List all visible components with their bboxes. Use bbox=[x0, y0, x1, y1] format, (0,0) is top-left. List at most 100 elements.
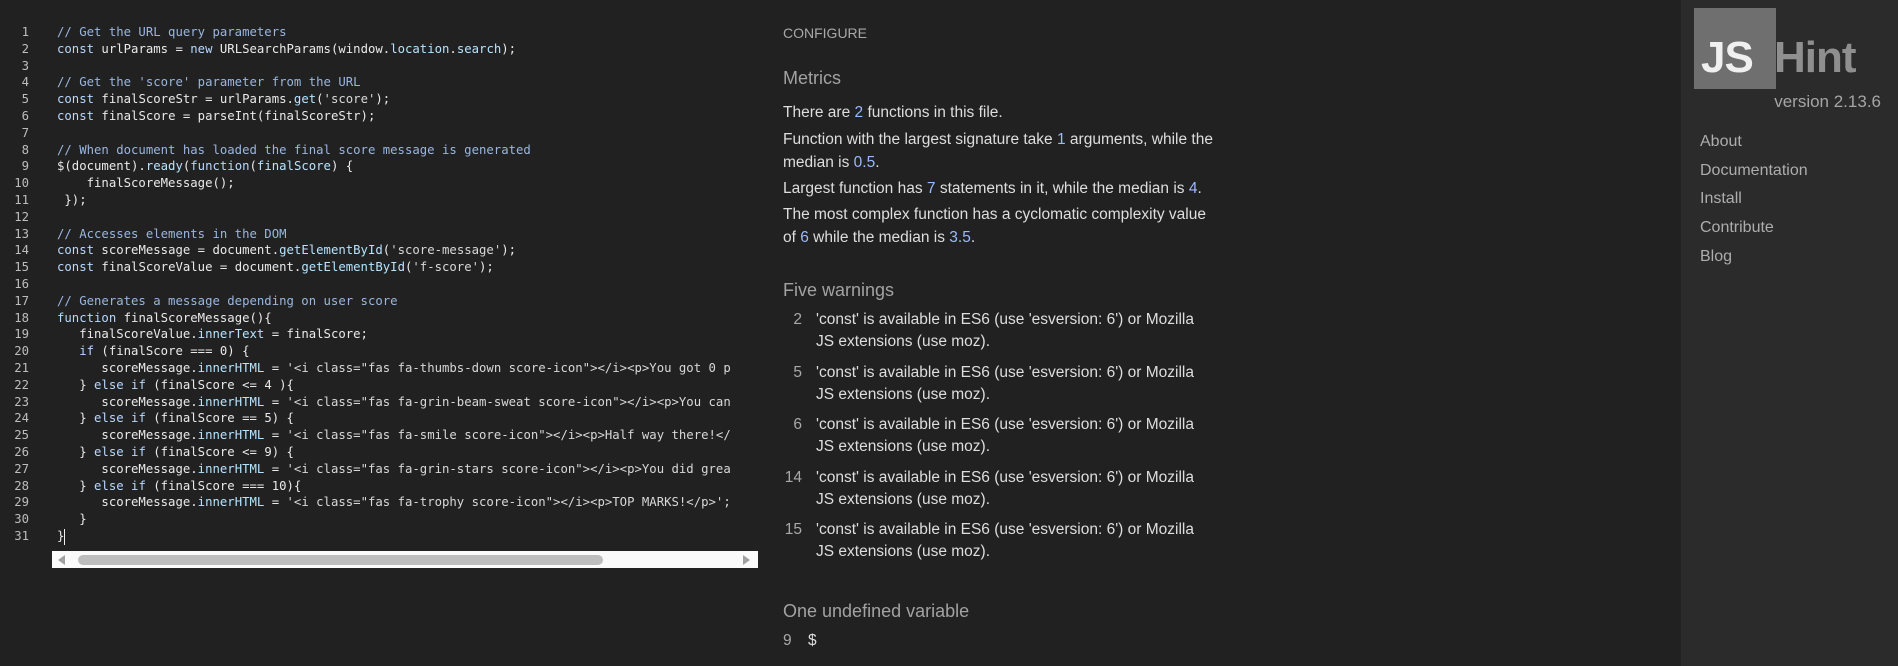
code-line[interactable]: 29 scoreMessage.innerHTML = '<i class="f… bbox=[0, 494, 760, 511]
scroll-left-arrow-icon[interactable] bbox=[58, 555, 65, 565]
line-number: 29 bbox=[14, 495, 29, 510]
code-text[interactable]: const finalScoreValue = document.getElem… bbox=[57, 259, 757, 276]
code-line[interactable]: 20 if (finalScore === 0) { bbox=[0, 343, 760, 360]
code-line[interactable]: 28 } else if (finalScore === 10){ bbox=[0, 478, 760, 495]
code-line[interactable]: 6 const finalScore = parseInt(finalScoreS… bbox=[0, 108, 760, 125]
code-token: // Get the URL query parameters bbox=[57, 25, 287, 39]
code-line[interactable]: 26 } else if (finalScore <= 9) { bbox=[0, 444, 760, 461]
code-text[interactable]: } else if (finalScore <= 4 ){ bbox=[57, 377, 757, 394]
warning-line-number[interactable]: 5 bbox=[783, 362, 802, 384]
code-editor[interactable]: 1 // Get the URL query parameters 2 const u… bbox=[0, 0, 760, 580]
nav-blog[interactable]: Blog bbox=[1700, 248, 1732, 266]
code-text[interactable]: function finalScoreMessage(){ bbox=[57, 310, 757, 327]
code-text[interactable]: // Get the 'score' parameter from the UR… bbox=[57, 74, 757, 91]
logo-hint-text[interactable]: Hint bbox=[1774, 36, 1857, 80]
code-line[interactable]: 8 // When document has loaded the final s… bbox=[0, 142, 760, 159]
code-text[interactable]: const urlParams = new URLSearchParams(wi… bbox=[57, 41, 757, 58]
code-line[interactable]: 30 } bbox=[0, 511, 760, 528]
metrics-largest-function: Largest function has 7 statements in it,… bbox=[783, 177, 1223, 200]
code-token: location bbox=[390, 41, 450, 56]
code-line[interactable]: 5 const finalScoreStr = urlParams.get('sc… bbox=[0, 91, 760, 108]
code-text[interactable]: // Get the URL query parameters bbox=[57, 24, 757, 41]
code-token: finalScoreValue = document. bbox=[94, 260, 302, 275]
nav-about[interactable]: About bbox=[1700, 133, 1742, 151]
code-text[interactable]: // Generates a message depending on user… bbox=[57, 293, 757, 310]
warning-line-number[interactable]: 2 bbox=[783, 309, 802, 331]
code-token: else if bbox=[94, 377, 146, 392]
line-number: 9 bbox=[21, 159, 29, 174]
code-text[interactable]: if (finalScore === 0) { bbox=[57, 343, 757, 360]
code-text[interactable]: // When document has loaded the final sc… bbox=[57, 142, 757, 159]
code-text[interactable]: finalScoreValue.innerText = finalScore; bbox=[57, 326, 757, 343]
code-line[interactable]: 4 // Get the 'score' parameter from the U… bbox=[0, 74, 760, 91]
code-line[interactable]: 14 const scoreMessage = document.getEleme… bbox=[0, 242, 760, 259]
code-text[interactable]: scoreMessage.innerHTML = '<i class="fas … bbox=[57, 427, 757, 444]
code-line[interactable]: 24 } else if (finalScore == 5) { bbox=[0, 410, 760, 427]
code-line[interactable]: 11 }); bbox=[0, 192, 760, 209]
code-line[interactable]: 19 finalScoreValue.innerText = finalScor… bbox=[0, 326, 760, 343]
code-token: innerHTML bbox=[197, 394, 265, 409]
code-token: '<i class="fas fa-thumbs-down score-icon… bbox=[286, 361, 731, 375]
version-label: version 2.13.6 bbox=[1774, 92, 1881, 111]
code-text[interactable]: } else if (finalScore <= 9) { bbox=[57, 444, 757, 461]
code-text[interactable]: }); bbox=[57, 192, 757, 209]
nav-documentation[interactable]: Documentation bbox=[1700, 162, 1808, 180]
code-line[interactable]: 13 // Accesses elements in the DOM bbox=[0, 226, 760, 243]
code-line[interactable]: 15 const finalScoreValue = document.getEl… bbox=[0, 259, 760, 276]
scrollbar-thumb[interactable] bbox=[78, 555, 603, 565]
code-line[interactable]: 21 scoreMessage.innerHTML = '<i class="f… bbox=[0, 360, 760, 377]
code-line[interactable]: 18 function finalScoreMessage(){ bbox=[0, 310, 760, 327]
code-text[interactable]: } else if (finalScore == 5) { bbox=[57, 410, 757, 427]
code-line[interactable]: 23 scoreMessage.innerHTML = '<i class="f… bbox=[0, 394, 760, 411]
code-text[interactable]: // Accesses elements in the DOM bbox=[57, 226, 757, 243]
code-text[interactable]: } bbox=[57, 528, 757, 545]
line-number: 28 bbox=[14, 478, 29, 493]
code-text[interactable]: const scoreMessage = document.getElement… bbox=[57, 242, 757, 259]
configure-link[interactable]: CONFIGURE bbox=[783, 25, 867, 41]
warning-line-number[interactable]: 15 bbox=[783, 519, 802, 541]
code-line[interactable]: 3 bbox=[0, 58, 760, 75]
code-line[interactable]: 27 scoreMessage.innerHTML = '<i class="f… bbox=[0, 461, 760, 478]
code-line[interactable]: 31} bbox=[0, 528, 760, 545]
code-line[interactable]: 17 // Generates a message depending on us… bbox=[0, 293, 760, 310]
code-line[interactable]: 7 bbox=[0, 125, 760, 142]
code-line[interactable]: 2 const urlParams = new URLSearchParams(w… bbox=[0, 41, 760, 58]
code-text[interactable]: scoreMessage.innerHTML = '<i class="fas … bbox=[57, 394, 757, 411]
code-text[interactable]: finalScoreMessage(); bbox=[57, 175, 757, 192]
metrics-text: . bbox=[970, 229, 976, 246]
line-number: 24 bbox=[14, 411, 29, 426]
code-line[interactable]: 25 scoreMessage.innerHTML = '<i class="f… bbox=[0, 427, 760, 444]
warning-line-number[interactable]: 14 bbox=[783, 467, 802, 489]
code-token: (finalScore == 5) { bbox=[145, 411, 294, 426]
code-text[interactable]: scoreMessage.innerHTML = '<i class="fas … bbox=[57, 461, 757, 478]
code-text[interactable]: scoreMessage.innerHTML = '<i class="fas … bbox=[57, 360, 757, 377]
line-number: 19 bbox=[14, 327, 29, 342]
code-text[interactable]: } else if (finalScore === 10){ bbox=[57, 478, 757, 495]
undefined-line-number[interactable]: 9 bbox=[783, 632, 792, 650]
code-text[interactable]: $(document).ready(function(finalScore) { bbox=[57, 158, 757, 175]
code-line[interactable]: 16 bbox=[0, 276, 760, 293]
logo-js-text[interactable]: JS bbox=[1701, 36, 1754, 80]
nav-install[interactable]: Install bbox=[1700, 190, 1742, 208]
line-number: 17 bbox=[14, 293, 29, 308]
code-line[interactable]: 9 $(document).ready(function(finalScore) … bbox=[0, 158, 760, 175]
line-number: 16 bbox=[14, 277, 29, 291]
scroll-right-arrow-icon[interactable] bbox=[743, 555, 750, 565]
code-text[interactable]: const finalScoreStr = urlParams.get('sco… bbox=[57, 91, 757, 108]
code-text[interactable]: scoreMessage.innerHTML = '<i class="fas … bbox=[57, 494, 757, 511]
code-text[interactable]: } bbox=[57, 511, 757, 528]
code-line[interactable]: 10 finalScoreMessage(); bbox=[0, 175, 760, 192]
code-text[interactable]: const finalScore = parseInt(finalScoreSt… bbox=[57, 108, 757, 125]
warning-line-number[interactable]: 6 bbox=[783, 414, 802, 436]
warning-message: 'const' is available in ES6 (use 'esvers… bbox=[816, 416, 1194, 455]
horizontal-scrollbar[interactable] bbox=[52, 551, 758, 568]
code-line[interactable]: 12 bbox=[0, 209, 760, 226]
metrics-number: 1 bbox=[1056, 131, 1066, 148]
nav-contribute[interactable]: Contribute bbox=[1700, 219, 1774, 237]
code-token: '<i class="fas fa-grin-beam-sweat score-… bbox=[286, 394, 731, 409]
code-line[interactable]: 22 } else if (finalScore <= 4 ){ bbox=[0, 377, 760, 394]
code-line[interactable]: 1 // Get the URL query parameters bbox=[0, 24, 760, 41]
code-token: = bbox=[264, 394, 287, 409]
code-token: } bbox=[57, 445, 95, 459]
code-token: // Accesses elements in the DOM bbox=[57, 226, 287, 241]
